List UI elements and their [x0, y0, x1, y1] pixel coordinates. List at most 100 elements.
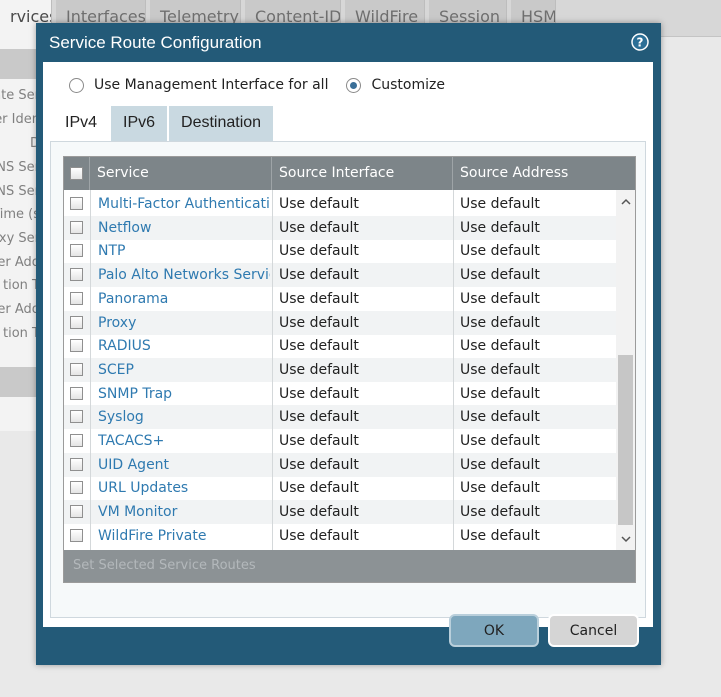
source-interface-cell: Use default	[279, 219, 359, 236]
ipv4-tab-panel: Service Source Interface Source Address …	[50, 141, 646, 618]
table-row[interactable]: SNMP Trap Use default Use default	[64, 382, 616, 406]
source-address-cell: Use default	[460, 243, 540, 260]
background-label: er Add	[0, 255, 40, 270]
service-name-link[interactable]: Palo Alto Networks Services	[98, 263, 270, 287]
help-icon[interactable]: ?	[631, 33, 649, 51]
source-address-cell: Use default	[460, 290, 540, 307]
tab-ipv6[interactable]: IPv6	[111, 106, 168, 142]
row-checkbox[interactable]	[70, 386, 83, 400]
tab-destination[interactable]: Destination	[169, 106, 274, 142]
source-address-cell: Use default	[460, 219, 540, 236]
set-selected-service-routes-button[interactable]: Set Selected Service Routes	[64, 550, 635, 582]
source-address-cell: Use default	[460, 196, 540, 212]
service-routes-table: Service Source Interface Source Address …	[63, 156, 636, 583]
table-row[interactable]: Netflow Use default Use default	[64, 215, 616, 240]
background-label: er Iden	[0, 112, 40, 127]
protocol-tabs: IPv4 IPv6 Destination	[53, 106, 275, 142]
source-interface-cell: Use default	[279, 361, 359, 378]
table-row[interactable]: UID Agent Use default Use default	[64, 452, 616, 477]
table-row[interactable]: NTP Use default Use default	[64, 239, 616, 263]
scroll-down-icon[interactable]	[616, 530, 635, 548]
row-checkbox[interactable]	[70, 481, 83, 495]
row-checkbox[interactable]	[70, 434, 83, 447]
use-management-label: Use Management Interface for all	[94, 77, 329, 93]
scrollbar-thumb[interactable]	[618, 355, 633, 525]
source-interface-cell: Use default	[279, 196, 359, 212]
service-name-link[interactable]: Proxy	[98, 311, 270, 335]
service-name-link[interactable]: RADIUS	[98, 334, 270, 358]
table-row[interactable]: Multi-Factor Authentication Use default Us…	[64, 192, 616, 216]
table-row[interactable]: Palo Alto Networks Services Use default Us…	[64, 263, 616, 288]
source-address-cell: Use default	[460, 385, 540, 402]
table-row[interactable]: URL Updates Use default Use default	[64, 476, 616, 500]
source-address-cell: Use default	[460, 504, 540, 521]
table-row[interactable]: Proxy Use default Use default	[64, 310, 616, 335]
column-header-source-address[interactable]: Source Address	[453, 157, 635, 190]
source-interface-cell: Use default	[279, 243, 359, 260]
use-management-radio[interactable]	[69, 77, 84, 93]
select-all-checkbox[interactable]	[70, 167, 83, 180]
background-section-header	[0, 367, 40, 397]
source-address-cell: Use default	[460, 361, 540, 378]
source-interface-cell: Use default	[279, 504, 359, 521]
ok-button[interactable]: OK	[449, 614, 539, 647]
service-name-link[interactable]: Panorama	[98, 287, 270, 311]
service-name-link[interactable]: WildFire Private	[98, 524, 270, 548]
column-divider	[90, 190, 91, 550]
row-checkbox[interactable]	[70, 244, 83, 258]
tab-ipv4[interactable]: IPv4	[53, 106, 110, 142]
service-name-link[interactable]: Netflow	[98, 216, 270, 240]
table-row[interactable]: WildFire Private Use default Use default	[64, 524, 616, 548]
background-label: xy Ser	[0, 231, 40, 246]
table-row[interactable]: TACACS+ Use default Use default	[64, 429, 616, 453]
row-checkbox[interactable]	[70, 505, 83, 519]
service-name-link[interactable]: Multi-Factor Authentication	[98, 192, 270, 216]
source-interface-cell: Use default	[279, 527, 359, 544]
column-header-service[interactable]: Service	[90, 157, 272, 190]
table-row[interactable]: SCEP Use default Use default	[64, 357, 616, 382]
row-checkbox[interactable]	[70, 220, 83, 234]
background-label: NS Ser	[0, 184, 40, 199]
service-name-link[interactable]: SNMP Trap	[98, 382, 270, 406]
row-checkbox[interactable]	[70, 362, 83, 376]
row-checkbox[interactable]	[70, 291, 83, 305]
source-address-cell: Use default	[460, 480, 540, 497]
row-checkbox[interactable]	[70, 197, 83, 210]
table-body: Multi-Factor Authentication Use default Us…	[64, 190, 635, 550]
source-interface-cell: Use default	[279, 338, 359, 355]
route-mode-options: Use Management Interface for all Customi…	[69, 74, 463, 96]
row-checkbox[interactable]	[70, 528, 83, 542]
background-section-header	[0, 49, 40, 79]
table-row[interactable]: RADIUS Use default Use default	[64, 334, 616, 358]
service-name-link[interactable]: TACACS+	[98, 429, 270, 453]
table-scrollbar[interactable]	[616, 190, 635, 550]
table-row[interactable]: VM Monitor Use default Use default	[64, 500, 616, 525]
cancel-button[interactable]: Cancel	[548, 614, 639, 647]
service-name-link[interactable]: URL Updates	[98, 476, 270, 500]
source-address-cell: Use default	[460, 409, 540, 426]
source-address-cell: Use default	[460, 314, 540, 331]
row-checkbox[interactable]	[70, 315, 83, 329]
column-divider	[272, 190, 273, 550]
row-checkbox[interactable]	[70, 339, 83, 353]
source-interface-cell: Use default	[279, 480, 359, 497]
scroll-up-icon[interactable]	[616, 192, 635, 210]
column-header-source-interface[interactable]: Source Interface	[272, 157, 453, 190]
service-name-link[interactable]: SCEP	[98, 358, 270, 382]
service-name-link[interactable]: NTP	[98, 239, 270, 263]
table-row[interactable]: Syslog Use default Use default	[64, 405, 616, 430]
customize-radio[interactable]	[346, 77, 362, 93]
customize-label: Customize	[371, 77, 445, 93]
service-name-link[interactable]: UID Agent	[98, 453, 270, 477]
row-checkbox[interactable]	[70, 457, 83, 471]
background-label: er Add	[0, 302, 40, 317]
row-checkbox[interactable]	[70, 268, 83, 282]
service-name-link[interactable]: Syslog	[98, 405, 270, 429]
table-row[interactable]: Panorama Use default Use default	[64, 287, 616, 311]
source-interface-cell: Use default	[279, 267, 359, 284]
background-label: D	[29, 136, 40, 151]
service-name-link[interactable]: VM Monitor	[98, 500, 270, 524]
row-checkbox[interactable]	[70, 410, 83, 424]
background-label: NS Ser	[0, 160, 40, 175]
column-divider	[453, 190, 454, 550]
